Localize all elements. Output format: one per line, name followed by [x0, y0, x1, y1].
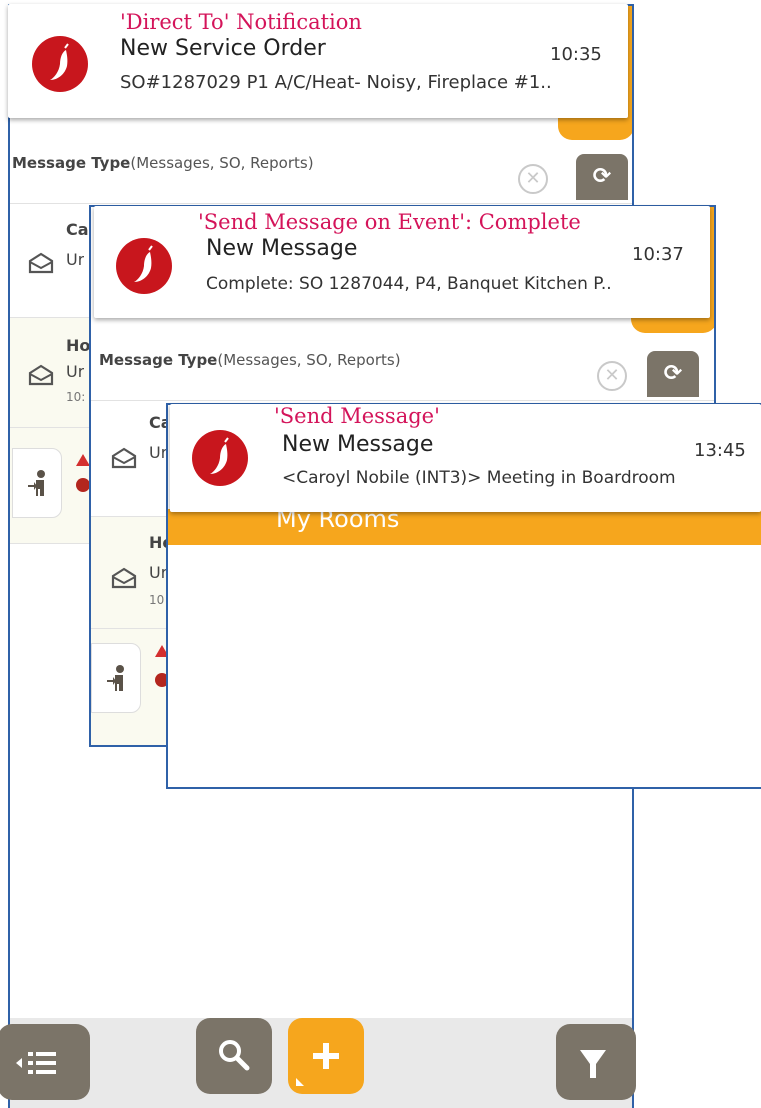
notification-time: 10:35 [550, 44, 602, 65]
notification-body: SO#1287029 P1 A/C/Heat- Noisy, Fireplace… [120, 72, 552, 93]
open-envelope-icon [28, 252, 54, 274]
refresh-icon[interactable]: ⟳ [647, 351, 699, 397]
notification-title: New Message [206, 236, 358, 261]
row-subtitle-partial: Ur [66, 250, 85, 269]
notification-body: <Caroyl Nobile (INT3)> Meeting in Boardr… [282, 468, 676, 488]
notification-time: 13:45 [694, 440, 746, 461]
notification-body: Complete: SO 1287044, P4, Banquet Kitche… [206, 274, 612, 294]
filter-label-bold: Message Type [99, 351, 218, 369]
person-walking-icon[interactable] [12, 448, 62, 518]
row-time-partial: 10: [66, 390, 86, 404]
open-envelope-icon [111, 567, 137, 589]
plus-icon [313, 1043, 339, 1069]
filter-label-bold: Message Type [12, 154, 131, 172]
open-envelope-icon [111, 447, 137, 469]
notification-title: New Service Order [120, 36, 326, 61]
row-time-partial: 10 [149, 593, 165, 607]
chili-pepper-logo-icon [116, 238, 172, 294]
message-type-filter[interactable]: Message Type(Messages, SO, Reports) ✕ ⟳ [10, 146, 632, 204]
notification-card[interactable]: 'Send Message' New Message 13:45 <Caroyl… [170, 404, 761, 512]
notification-title: New Message [282, 432, 434, 457]
list-menu-button[interactable] [0, 1024, 90, 1100]
row-subtitle-partial: Ur [149, 443, 168, 462]
notification-label: 'Send Message' [274, 404, 440, 428]
notification-label: 'Send Message on Event': Complete [198, 210, 581, 234]
warning-triangle-icon [76, 454, 90, 466]
filter-label-rest: (Messages, SO, Reports) [130, 154, 314, 172]
row-subtitle-partial: Ur [149, 563, 168, 582]
add-button[interactable] [288, 1018, 364, 1094]
row-title-partial: Ca [66, 220, 89, 239]
clear-icon[interactable]: ✕ [597, 361, 627, 391]
app-header: My Rooms [168, 505, 761, 545]
filter-label-rest: (Messages, SO, Reports) [217, 351, 401, 369]
filter-icon [580, 1050, 606, 1078]
person-walking-icon[interactable] [91, 643, 141, 713]
row-subtitle-partial: Ur [66, 362, 85, 381]
notification-card[interactable]: 'Send Message on Event': Complete New Me… [94, 206, 710, 318]
chili-pepper-logo-icon [32, 36, 88, 92]
message-type-filter[interactable]: Message Type(Messages, SO, Reports) ✕ ⟳ [91, 343, 714, 401]
row-title-partial: Ho [66, 336, 91, 355]
priority-badge [76, 478, 90, 492]
search-icon [219, 1040, 250, 1071]
notification-time: 10:37 [632, 244, 684, 265]
list-menu-icon [16, 1052, 56, 1074]
filter-button[interactable] [556, 1024, 636, 1100]
notification-card[interactable]: 'Direct To' Notification New Service Ord… [8, 4, 628, 118]
refresh-icon[interactable]: ⟳ [576, 154, 628, 200]
search-button[interactable] [196, 1018, 272, 1094]
chili-pepper-logo-icon [192, 430, 248, 486]
clear-icon[interactable]: ✕ [518, 164, 548, 194]
open-envelope-icon [28, 364, 54, 386]
notification-label: 'Direct To' Notification [120, 10, 362, 34]
bottom-toolbar [0, 1018, 636, 1108]
